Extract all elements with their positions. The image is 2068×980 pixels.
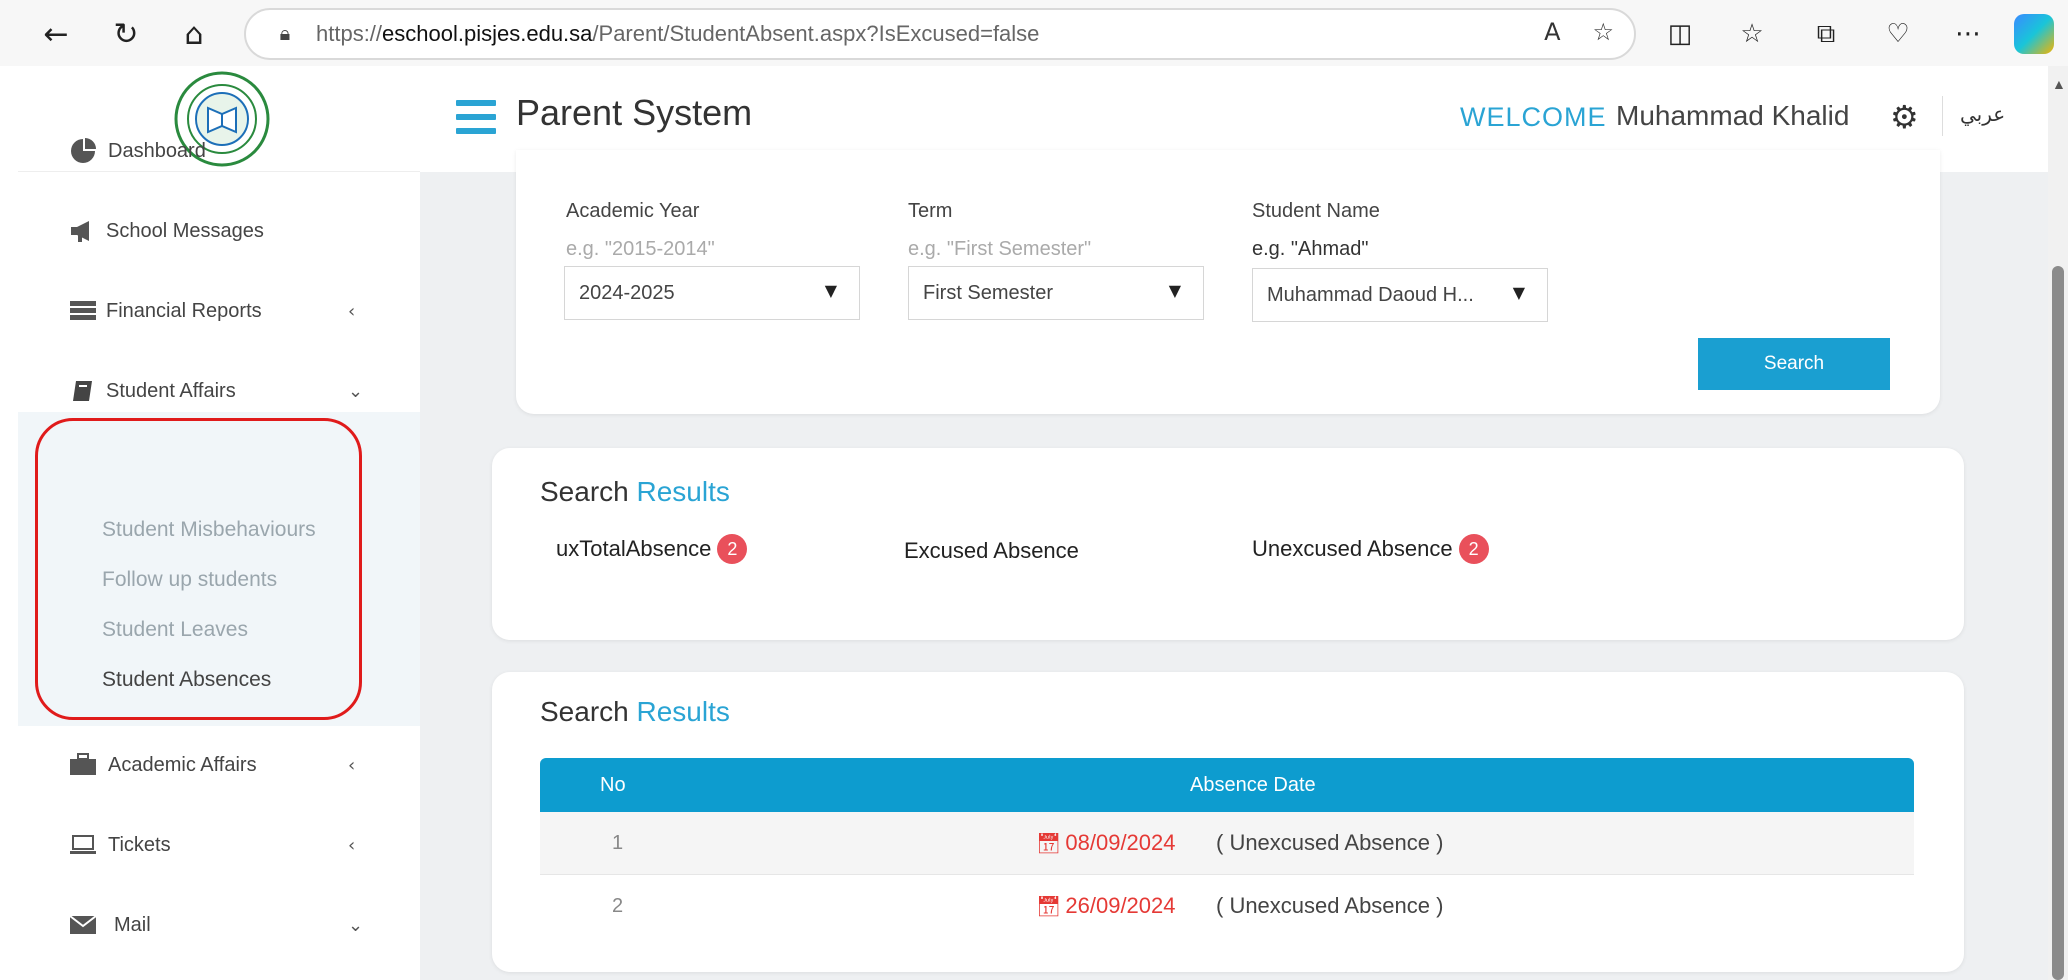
divider bbox=[1942, 96, 1943, 136]
refresh-icon[interactable]: ↻ bbox=[104, 12, 148, 56]
copilot-icon[interactable] bbox=[2014, 14, 2054, 54]
sidebar-item-label: Dashboard bbox=[108, 139, 206, 162]
term-hint: e.g. "First Semester" bbox=[908, 238, 1092, 260]
pie-chart-icon bbox=[68, 136, 98, 166]
academic-year-value: 2024-2025 bbox=[579, 281, 675, 304]
more-icon[interactable]: ⋯ bbox=[1948, 14, 1988, 54]
unexcused-absence-stat: Unexcused Absence 2 bbox=[1252, 534, 1489, 564]
sidebar-item-label: School Messages bbox=[106, 219, 264, 242]
megaphone-icon bbox=[68, 216, 98, 246]
sidebar-item-label: Mail bbox=[114, 913, 151, 936]
sidebar-item-label: Student Affairs bbox=[106, 379, 236, 402]
student-name-label: Student Name bbox=[1252, 200, 1380, 222]
sidebar-item-student-affairs[interactable]: Student Affairs ⌄ bbox=[18, 356, 420, 426]
sidebar-item-label: Academic Affairs bbox=[108, 753, 257, 776]
chevron-left-icon: ‹ bbox=[348, 834, 356, 856]
chevron-left-icon: ‹ bbox=[348, 754, 356, 776]
student-name-value: Muhammad Daoud H... bbox=[1267, 283, 1474, 306]
search-button[interactable]: Search bbox=[1698, 338, 1890, 390]
absence-type: ( Unexcused Absence ) bbox=[1216, 893, 1444, 918]
caret-down-icon: ▼ bbox=[1512, 283, 1525, 302]
user-name[interactable]: Muhammad Khalid bbox=[1616, 100, 1849, 132]
summary-title: Search Results bbox=[540, 476, 730, 507]
excused-absence-stat: Excused Absence bbox=[904, 538, 1079, 563]
term-label: Term bbox=[908, 200, 953, 222]
table-header: No Absence Date bbox=[540, 758, 1914, 812]
annotation-highlight bbox=[35, 418, 362, 720]
total-absence-badge: 2 bbox=[717, 534, 748, 564]
sidebar-item-dashboard[interactable]: Dashboard bbox=[18, 116, 420, 186]
sidebar-item-financial-reports[interactable]: Financial Reports ‹ bbox=[18, 276, 420, 346]
chevron-left-icon: ‹ bbox=[348, 300, 356, 322]
sidebar-item-label: Tickets bbox=[108, 833, 171, 856]
table-row: 1 📅︎ 08/09/2024 ( Unexcused Absence ) bbox=[540, 812, 1914, 875]
language-toggle[interactable]: عربي bbox=[1960, 102, 2005, 126]
favorites-icon[interactable]: ☆ bbox=[1732, 14, 1772, 54]
absence-date: 📅︎ 26/09/2024 bbox=[1036, 893, 1176, 918]
scroll-up-icon[interactable]: ▲ bbox=[2052, 76, 2066, 92]
term-select[interactable]: First Semester ▼ bbox=[908, 266, 1204, 320]
book-icon bbox=[68, 376, 98, 406]
home-icon[interactable]: ⌂ bbox=[172, 12, 216, 56]
student-name-select[interactable]: Muhammad Daoud H... ▼ bbox=[1252, 268, 1548, 322]
academic-year-label: Academic Year bbox=[566, 200, 700, 222]
menu-toggle-icon[interactable] bbox=[456, 100, 496, 134]
back-icon[interactable]: ← bbox=[34, 12, 78, 56]
student-name-hint: e.g. "Ahmad" bbox=[1252, 238, 1369, 260]
academic-year-hint: e.g. "2015-2014" bbox=[566, 238, 715, 260]
absence-type: ( Unexcused Absence ) bbox=[1216, 830, 1444, 855]
envelope-icon bbox=[68, 910, 98, 940]
table-row: 2 📅︎ 26/09/2024 ( Unexcused Absence ) bbox=[540, 875, 1914, 938]
sidebar-item-academic-affairs[interactable]: Academic Affairs ‹ bbox=[18, 730, 420, 800]
briefcase-icon bbox=[68, 750, 98, 780]
collections-icon[interactable]: ⧉ bbox=[1806, 14, 1846, 54]
filter-card: Academic Year e.g. "2015-2014" 2024-2025… bbox=[516, 150, 1940, 414]
academic-year-select[interactable]: 2024-2025 ▼ bbox=[564, 266, 860, 320]
browser-essentials-icon[interactable]: ♡ bbox=[1878, 14, 1918, 54]
caret-down-icon: ▼ bbox=[824, 281, 837, 300]
url-text: https://eschool.pisjes.edu.sa/Parent/Stu… bbox=[316, 21, 1040, 46]
app-title: Parent System bbox=[516, 92, 753, 133]
calendar-icon: 📅︎ bbox=[1036, 831, 1062, 855]
laptop-icon bbox=[68, 830, 98, 860]
total-absence-stat: uxTotalAbsence 2 bbox=[556, 534, 748, 564]
welcome-label: WELCOME bbox=[1460, 102, 1607, 132]
caret-down-icon: ▼ bbox=[1168, 281, 1181, 300]
scrollbar-thumb[interactable] bbox=[2052, 266, 2064, 980]
site-info-icon[interactable]: 🔒︎ bbox=[272, 21, 298, 47]
chevron-down-icon: ⌄ bbox=[348, 914, 364, 936]
results-card: Search Results No Absence Date 1 📅︎ 08/09… bbox=[492, 672, 1964, 972]
scrollbar[interactable]: ▲ bbox=[2048, 66, 2068, 980]
sidebar-item-mail[interactable]: Mail ⌄ bbox=[18, 890, 420, 960]
column-header-absence-date: Absence Date bbox=[1190, 774, 1316, 796]
results-title: Search Results bbox=[540, 696, 730, 727]
sidebar-item-tickets[interactable]: Tickets ‹ bbox=[18, 810, 420, 880]
column-header-no: No bbox=[600, 774, 626, 796]
row-number: 2 bbox=[612, 895, 624, 917]
browser-toolbar: ← ↻ ⌂ 🔒︎ https://eschool.pisjes.edu.sa/P… bbox=[0, 0, 2068, 66]
address-bar[interactable]: 🔒︎ https://eschool.pisjes.edu.sa/Parent/… bbox=[244, 8, 1636, 60]
gear-icon[interactable]: ⚙ bbox=[1890, 98, 1919, 136]
favorite-star-icon[interactable]: ☆ bbox=[1592, 18, 1614, 46]
row-number: 1 bbox=[612, 832, 624, 854]
unexcused-absence-badge: 2 bbox=[1458, 534, 1489, 564]
term-value: First Semester bbox=[923, 281, 1054, 304]
server-icon bbox=[68, 296, 98, 326]
sidebar-item-label: Financial Reports bbox=[106, 299, 262, 322]
absence-date: 📅︎ 08/09/2024 bbox=[1036, 830, 1176, 855]
split-screen-icon[interactable]: ◫ bbox=[1660, 14, 1700, 54]
chevron-down-icon: ⌄ bbox=[348, 380, 364, 402]
sidebar-item-school-messages[interactable]: School Messages bbox=[18, 196, 420, 266]
read-aloud-icon[interactable]: A bbox=[1544, 18, 1560, 46]
summary-card: Search Results uxTotalAbsence 2 Excused A… bbox=[492, 448, 1964, 640]
calendar-icon: 📅︎ bbox=[1036, 894, 1062, 918]
